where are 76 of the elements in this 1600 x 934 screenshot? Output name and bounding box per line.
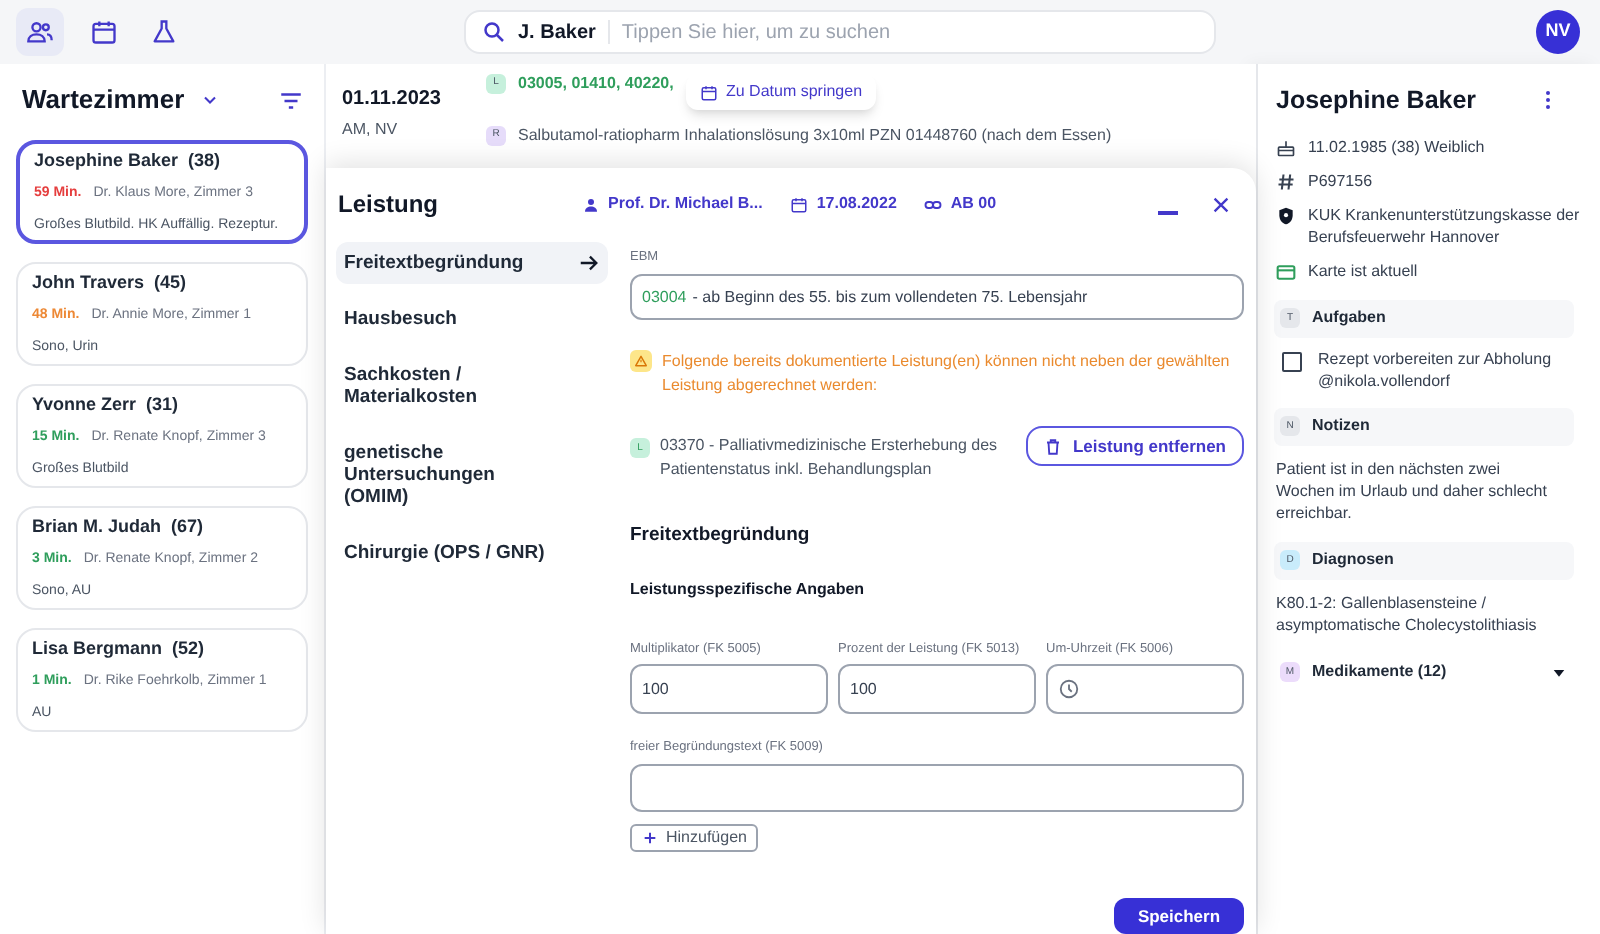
patient-name: John Travers: [32, 269, 145, 296]
search-input[interactable]: Tippen Sie hier, um zu suchen: [621, 17, 1198, 47]
card-icon: [1276, 261, 1296, 282]
patient-detail: KUK Krankenunterstützungskasse der Berufsfeuerwehr Hannover: [1308, 203, 1582, 248]
plus-icon: [642, 829, 658, 846]
code-link[interactable]: AB 00: [924, 192, 997, 216]
calendar-icon: [90, 18, 118, 46]
people-icon: [26, 18, 54, 46]
minimize-button[interactable]: [1158, 209, 1178, 215]
input-field[interactable]: 100: [630, 664, 828, 715]
link-icon: [924, 195, 943, 213]
doctor-link[interactable]: Prof. Dr. Michael B...: [582, 192, 763, 216]
close-button[interactable]: [1210, 193, 1232, 215]
waiting-room-title: Wartezimmer: [22, 82, 185, 119]
section-text: K80.1-2: Gallenblasensteine / asymptomatische Cholecystolithiasis: [1274, 591, 1539, 636]
jump-to-date-button[interactable]: Zu Datum springen: [686, 74, 877, 110]
category-item[interactable]: Freitextbegründung: [336, 242, 608, 284]
warning-message: Folgende bereits dokumentierte Leistung(en) können nicht neben der gewählten Leistung abgerechnet werden:: [662, 350, 1232, 399]
dialog-title: Leistung: [338, 188, 438, 222]
section-title: Diagnosen: [1312, 548, 1394, 573]
arrow-icon: [578, 252, 600, 274]
section-title: Aufgaben: [1312, 306, 1386, 331]
patients-tab[interactable]: [16, 8, 64, 56]
cake-icon: [1276, 137, 1296, 158]
patient-age: (38): [188, 147, 221, 174]
time-field[interactable]: [1046, 664, 1244, 715]
entry-initials: AM, NV: [342, 118, 400, 142]
patient-detail: 11.02.1985 (38) Weiblich: [1308, 135, 1485, 158]
patient-age: (31): [146, 391, 179, 418]
patient-age: (45): [154, 269, 187, 296]
patient-age: (67): [171, 513, 204, 540]
entry-text: Salbutamol-ratiopharm Inhalationslösung 3x10ml PZN 01448760 (nach dem Essen): [518, 124, 1112, 148]
trash-icon: [1044, 437, 1063, 456]
search-query: J. Baker: [518, 19, 596, 47]
entry-date: 01.11.2023: [342, 86, 443, 114]
search-icon: [482, 20, 506, 44]
clock-icon: [1058, 678, 1080, 701]
patient-detail: Karte ist aktuell: [1308, 259, 1418, 282]
patient-name: Yvonne Zerr: [32, 391, 137, 418]
patient-name: Josephine Baker: [34, 147, 179, 174]
flask-icon: [150, 18, 178, 46]
section-text: Patient ist in den nächsten zwei Wochen im Urlaub und daher schlecht erreichbar.: [1274, 457, 1549, 524]
ebm-description: - ab Beginn des 55. bis zum vollendeten 75. Lebensjahr: [692, 285, 1088, 310]
section-title: Notizen: [1312, 414, 1370, 439]
warning-icon: [630, 350, 652, 373]
add-button[interactable]: Hinzufügen: [630, 823, 759, 853]
patient-name: Brian M. Judah: [32, 513, 162, 540]
conflicting-service: 03370 - Palliativmedizinische Ersterhebung des Patientenstatus inkl. Behandlungsplan: [660, 434, 1000, 483]
save-button[interactable]: Speichern: [1114, 898, 1244, 934]
patient-age: (52): [172, 635, 205, 662]
reason-field[interactable]: [630, 764, 1244, 812]
patient-detail: P697156: [1308, 169, 1373, 192]
patient-name: Josephine Baker: [1276, 84, 1477, 118]
input-field[interactable]: 100: [838, 664, 1036, 715]
section-title: Freitextbegründung: [630, 522, 812, 551]
search-bar[interactable]: J. Baker Tippen Sie hier, um zu suchen: [464, 10, 1216, 54]
minus-icon: [1158, 209, 1178, 215]
calendar-icon: [790, 195, 809, 213]
ebm-code: 03004: [642, 285, 687, 310]
task-text: Rezept vorbereiten zur Abholung @nikola.vollendorf: [1318, 347, 1554, 392]
task-checkbox[interactable]: [1282, 351, 1302, 372]
patient-name: Lisa Bergmann: [32, 635, 163, 662]
hash-icon: [1276, 171, 1296, 192]
entry-text: 03005, 01410, 40220,: [518, 72, 674, 96]
person-icon: [582, 195, 600, 213]
subsection-title: Leistungsspezifische Angaben: [630, 577, 867, 602]
remove-service-button[interactable]: Leistung entfernen: [1026, 426, 1244, 467]
filter-button[interactable]: [278, 87, 304, 113]
close-icon: [1210, 193, 1232, 215]
date-link[interactable]: 17.08.2022: [790, 192, 897, 216]
section-title: Medikamente (12): [1312, 660, 1447, 685]
calendar-icon: [700, 83, 718, 101]
ebm-field[interactable]: 03004 - ab Beginn des 55. bis zum vollendeten 75. Lebensjahr: [630, 273, 1244, 321]
filter-icon: [278, 87, 304, 113]
shield-icon: [1276, 205, 1296, 226]
user-avatar[interactable]: NV: [1536, 10, 1580, 54]
